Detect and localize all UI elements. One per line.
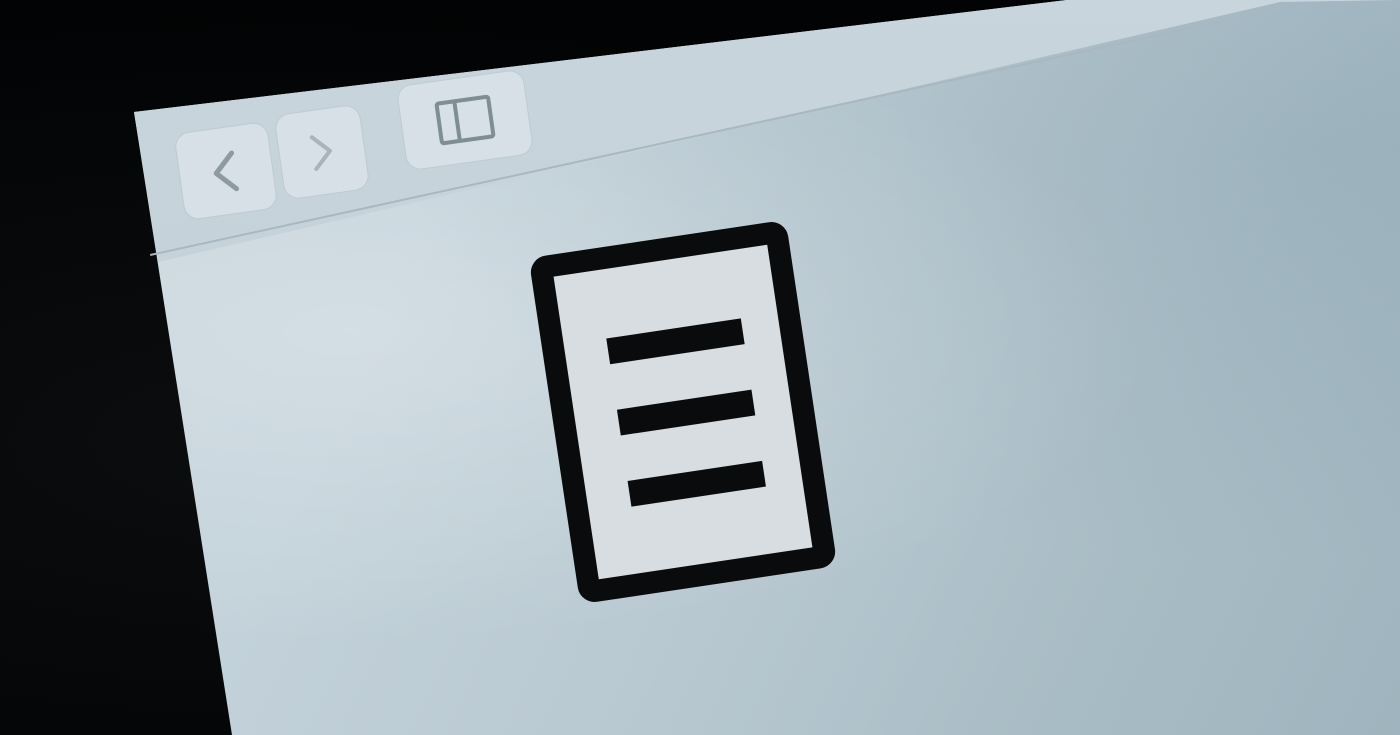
chevron-left-icon — [213, 150, 240, 192]
document-lines-icon — [523, 214, 843, 610]
sidebar-toggle-icon — [434, 94, 496, 146]
photo-stage — [0, 0, 1400, 735]
sidebar-toggle-button[interactable] — [396, 69, 534, 171]
chevron-right-icon — [309, 135, 332, 171]
forward-button[interactable] — [274, 104, 370, 200]
back-button[interactable] — [174, 122, 278, 220]
